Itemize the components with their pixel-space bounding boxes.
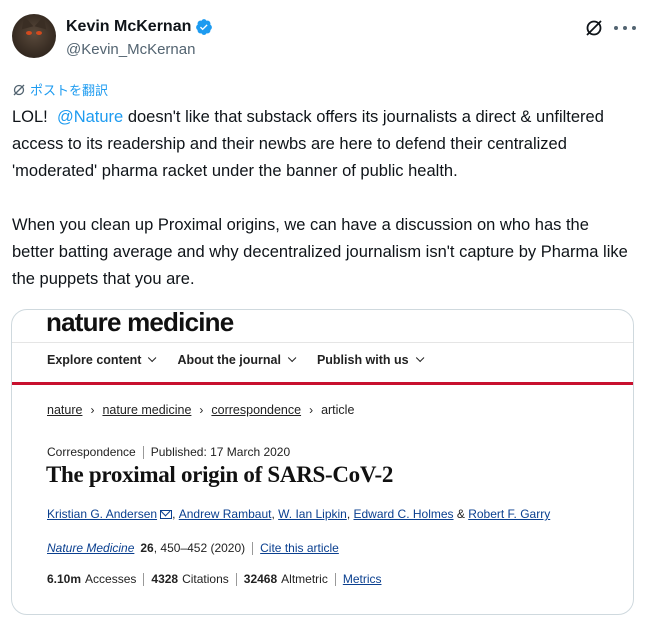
nav-about-journal[interactable]: About the journal [177, 353, 297, 367]
altmetric-value: 32468 [243, 572, 278, 586]
breadcrumb-nature-medicine[interactable]: nature medicine [102, 403, 191, 417]
avatar-eye-left [26, 31, 32, 35]
nav-divider [12, 342, 633, 343]
nature-red-divider [12, 382, 633, 385]
citations-value: 4328 [151, 572, 179, 586]
chevron-down-icon [415, 353, 424, 363]
avatar-eye-right [36, 31, 42, 35]
journal-volume: 26 [140, 541, 154, 555]
journal-citation: Nature Medicine 26 , 450–452 (2020) Cite… [47, 541, 339, 555]
mention-link[interactable]: @Nature [57, 108, 123, 126]
tweet-paragraph-2: When you clean up Proximal origins, we c… [12, 216, 628, 288]
handle[interactable]: @Kevin_McKernan [66, 41, 195, 58]
author-link[interactable]: Andrew Rambaut [179, 507, 272, 521]
journal-name-link[interactable]: Nature Medicine [47, 541, 134, 555]
chevron-down-icon [148, 353, 157, 363]
display-name[interactable]: Kevin McKernan [66, 18, 191, 36]
author-link[interactable]: Kristian G. Andersen [47, 507, 157, 521]
nav-label: About the journal [177, 353, 281, 367]
tweet-text: LOL! @Nature doesn't like that substack … [12, 104, 632, 293]
grok-icon[interactable] [584, 18, 604, 38]
meta-separator [235, 572, 237, 586]
author-separator: , [271, 507, 279, 521]
author-separator: & [453, 507, 469, 521]
accesses-value: 6.10m [47, 572, 82, 586]
nav-explore-content[interactable]: Explore content [47, 353, 157, 367]
altmetric-label: Altmetric [281, 572, 328, 586]
avatar[interactable] [12, 14, 56, 58]
nav-label: Explore content [47, 353, 142, 367]
article-title: The proximal origin of SARS-CoV-2 [46, 462, 394, 487]
journal-nav: Explore content About the journal Publis… [47, 353, 424, 367]
author-link[interactable]: Edward C. Holmes [354, 507, 454, 521]
article-metrics: 6.10m Accesses 4328 Citations 32468 Altm… [47, 572, 382, 586]
nature-medicine-logo: nature medicine [46, 309, 234, 337]
author-link[interactable]: W. Ian Lipkin [278, 507, 347, 521]
translate-label: ポストを翻訳 [30, 83, 109, 98]
author-list: Kristian G. Andersen , Andrew Rambaut, W… [47, 507, 550, 521]
more-options-icon[interactable] [614, 18, 636, 38]
breadcrumb-correspondence[interactable]: correspondence [211, 403, 301, 417]
chevron-down-icon [287, 353, 297, 363]
tweet-header: Kevin McKernan @Kevin_McKernan [12, 14, 637, 62]
more-dot [614, 26, 618, 30]
meta-separator [334, 572, 336, 586]
article-type: Correspondence [47, 445, 136, 459]
breadcrumb-nature[interactable]: nature [47, 403, 82, 417]
avatar-ear-right [34, 14, 50, 30]
email-icon[interactable] [160, 509, 173, 519]
article-meta: Correspondence Published: 17 March 2020 [47, 445, 290, 459]
metrics-link[interactable]: Metrics [343, 572, 382, 586]
more-dot [623, 26, 627, 30]
breadcrumb-arrow-icon: › [199, 403, 204, 417]
avatar-ear-left [18, 14, 34, 30]
tweet-prefix: LOL! [12, 108, 48, 126]
nav-label: Publish with us [316, 353, 409, 367]
author-link[interactable]: Robert F. Garry [468, 507, 550, 521]
translate-post-link[interactable]: ポストを翻訳 [12, 80, 108, 99]
accesses-label: Accesses [85, 572, 137, 586]
breadcrumb-article: article [321, 403, 355, 417]
cite-article-link[interactable]: Cite this article [260, 541, 339, 555]
tweet-paragraph-1: LOL! @Nature doesn't like that substack … [12, 104, 632, 185]
author-separator: , [346, 507, 354, 521]
published-date: Published: 17 March 2020 [150, 445, 291, 459]
meta-separator [142, 445, 144, 459]
breadcrumb-arrow-icon: › [309, 403, 314, 417]
nav-publish-with-us[interactable]: Publish with us [316, 353, 424, 367]
name-row: Kevin McKernan [66, 18, 213, 36]
meta-separator [143, 572, 145, 586]
more-dot [632, 26, 636, 30]
author-separator: , [172, 507, 179, 521]
translate-icon [13, 84, 25, 95]
journal-pages: , 450–452 (2020) [153, 541, 246, 555]
link-preview-card[interactable]: nature medicine Explore content About th… [11, 309, 634, 615]
breadcrumb-arrow-icon: › [90, 403, 95, 417]
meta-separator [252, 541, 254, 555]
verified-badge-icon [196, 19, 213, 35]
citations-label: Citations [182, 572, 229, 586]
breadcrumb: nature › nature medicine › correspondenc… [47, 403, 354, 417]
